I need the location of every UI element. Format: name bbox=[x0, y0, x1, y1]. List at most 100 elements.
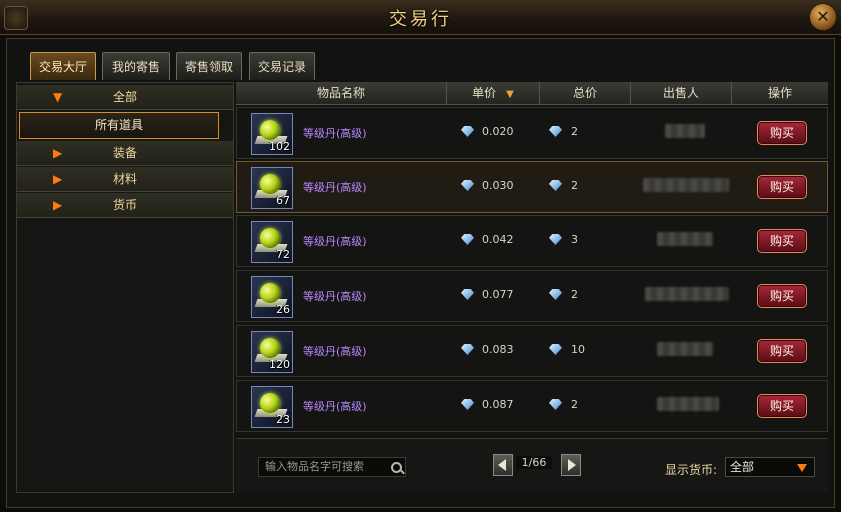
table-row[interactable]: 26 等级丹(高级) 0.077 2 购买 bbox=[236, 270, 828, 322]
item-quantity: 67 bbox=[276, 194, 290, 207]
diamond-icon bbox=[549, 289, 562, 300]
diamond-icon bbox=[461, 126, 474, 137]
item-quantity: 23 bbox=[276, 413, 290, 426]
green-pill-icon bbox=[260, 338, 280, 358]
category-label: 货币 bbox=[112, 198, 137, 212]
search-input[interactable]: 输入物品名字可搜索 bbox=[258, 457, 406, 477]
unit-price: 0.077 bbox=[482, 288, 514, 301]
unit-price: 0.087 bbox=[482, 398, 514, 411]
diamond-icon bbox=[461, 344, 474, 355]
tab-trading-hall[interactable]: 交易大厅 bbox=[30, 52, 96, 80]
currency-filter-label: 显示货币: bbox=[665, 463, 718, 477]
sort-down-icon[interactable]: ▼ bbox=[506, 89, 514, 100]
category-label: 装备 bbox=[112, 146, 137, 160]
arrow-left-icon bbox=[498, 459, 506, 471]
item-quantity: 102 bbox=[269, 140, 290, 153]
total-price: 10 bbox=[571, 343, 585, 356]
table-row[interactable]: 120 等级丹(高级) 0.083 10 购买 bbox=[236, 325, 828, 377]
unit-price: 0.083 bbox=[482, 343, 514, 356]
chevron-right-icon: ▶ bbox=[53, 198, 63, 212]
tab-trade-records[interactable]: 交易记录 bbox=[249, 52, 315, 80]
prev-page-button[interactable] bbox=[493, 454, 513, 476]
table-row[interactable]: 102 等级丹(高级) 0.020 2 购买 bbox=[236, 107, 828, 159]
item-icon[interactable]: 67 bbox=[251, 167, 293, 209]
diamond-icon bbox=[549, 126, 562, 137]
page-indicator: 1/66 bbox=[516, 456, 552, 469]
item-name[interactable]: 等级丹(高级) bbox=[303, 179, 367, 195]
diamond-icon bbox=[549, 234, 562, 245]
item-quantity: 120 bbox=[269, 358, 290, 371]
category-label: 材料 bbox=[112, 172, 137, 186]
seller-name-blurred bbox=[657, 232, 713, 246]
total-price: 2 bbox=[571, 398, 578, 411]
header-seller: 出售人 bbox=[631, 82, 732, 104]
diamond-icon bbox=[549, 344, 562, 355]
category-all-label: 全部 bbox=[112, 90, 137, 104]
item-name[interactable]: 等级丹(高级) bbox=[303, 233, 367, 249]
green-pill-icon bbox=[260, 283, 280, 303]
tab-consignment-claim[interactable]: 寄售领取 bbox=[176, 52, 242, 80]
category-panel: ▼ 全部 所有道具 ▶ 装备 ▶ 材料 ▶ 货币 bbox=[16, 82, 234, 493]
title-bar: 交易行 ✕ bbox=[0, 0, 841, 35]
window-title: 交易行 bbox=[389, 9, 452, 30]
header-total-price: 总价 bbox=[540, 82, 631, 104]
tab-my-consignment[interactable]: 我的寄售 bbox=[102, 52, 170, 80]
header-action: 操作 bbox=[767, 86, 792, 100]
category-all[interactable]: ▼ 全部 bbox=[17, 85, 233, 110]
diamond-icon bbox=[549, 399, 562, 410]
next-page-button[interactable] bbox=[561, 454, 581, 476]
unit-price: 0.042 bbox=[482, 233, 514, 246]
seller-name-blurred bbox=[657, 342, 713, 356]
diamond-icon bbox=[461, 234, 474, 245]
seller-name-blurred bbox=[657, 397, 719, 411]
header-unit-price[interactable]: 单价 ▼ bbox=[447, 82, 540, 104]
chevron-down-icon[interactable] bbox=[797, 464, 807, 472]
green-pill-icon bbox=[260, 228, 280, 248]
chevron-down-icon: ▼ bbox=[53, 90, 63, 104]
total-price: 2 bbox=[571, 288, 578, 301]
item-icon[interactable]: 23 bbox=[251, 386, 293, 428]
item-icon[interactable]: 26 bbox=[251, 276, 293, 318]
item-name[interactable]: 等级丹(高级) bbox=[303, 398, 367, 414]
table-row[interactable]: 23 等级丹(高级) 0.087 2 购买 bbox=[236, 380, 828, 432]
category-currency[interactable]: ▶ 货币 bbox=[17, 193, 233, 218]
buy-button[interactable]: 购买 bbox=[757, 284, 807, 308]
seller-name-blurred bbox=[645, 287, 729, 301]
diamond-icon bbox=[461, 399, 474, 410]
header-unit-price-label: 单价 bbox=[472, 86, 497, 100]
item-icon[interactable]: 72 bbox=[251, 221, 293, 263]
item-icon[interactable]: 102 bbox=[251, 113, 293, 155]
buy-button[interactable]: 购买 bbox=[757, 175, 807, 199]
buy-button[interactable]: 购买 bbox=[757, 229, 807, 253]
category-materials[interactable]: ▶ 材料 bbox=[17, 167, 233, 192]
item-name[interactable]: 等级丹(高级) bbox=[303, 343, 367, 359]
diamond-icon bbox=[461, 180, 474, 191]
diamond-icon bbox=[549, 180, 562, 191]
search-icon[interactable] bbox=[391, 462, 402, 473]
chevron-right-icon: ▶ bbox=[53, 172, 63, 186]
subcategory-all-items[interactable]: 所有道具 bbox=[19, 112, 219, 139]
seller-name-blurred bbox=[665, 124, 705, 138]
close-button[interactable]: ✕ bbox=[809, 3, 837, 31]
green-pill-icon bbox=[260, 120, 280, 140]
total-price: 3 bbox=[571, 233, 578, 246]
chevron-right-icon: ▶ bbox=[53, 146, 63, 160]
buy-button[interactable]: 购买 bbox=[757, 121, 807, 145]
item-name[interactable]: 等级丹(高级) bbox=[303, 288, 367, 304]
green-pill-icon bbox=[260, 174, 280, 194]
unit-price: 0.020 bbox=[482, 125, 514, 138]
buy-button[interactable]: 购买 bbox=[757, 339, 807, 363]
buy-button[interactable]: 购买 bbox=[757, 394, 807, 418]
total-price: 2 bbox=[571, 125, 578, 138]
item-icon[interactable]: 120 bbox=[251, 331, 293, 373]
item-quantity: 72 bbox=[276, 248, 290, 261]
header-name: 物品名称 bbox=[236, 82, 447, 104]
item-quantity: 26 bbox=[276, 303, 290, 316]
table-row[interactable]: 67 等级丹(高级) 0.030 2 购买 bbox=[236, 161, 828, 213]
green-pill-icon bbox=[260, 393, 280, 413]
seller-name-blurred bbox=[643, 178, 729, 192]
total-price: 2 bbox=[571, 179, 578, 192]
table-row[interactable]: 72 等级丹(高级) 0.042 3 购买 bbox=[236, 215, 828, 267]
category-equipment[interactable]: ▶ 装备 bbox=[17, 141, 233, 166]
item-name[interactable]: 等级丹(高级) bbox=[303, 125, 367, 141]
